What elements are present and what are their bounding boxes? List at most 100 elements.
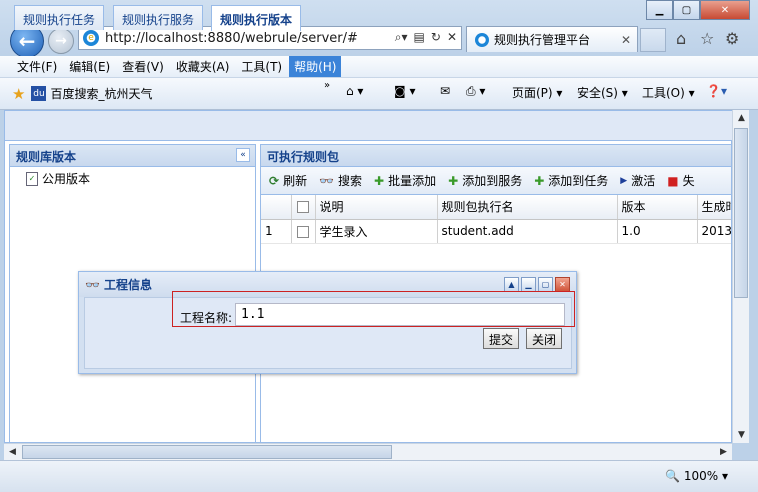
tab-rule-tasks[interactable]: 规则执行任务: [14, 5, 105, 30]
maximize-icon[interactable]: ▢: [538, 277, 553, 292]
right-panel-header: 可执行规则包: [261, 145, 731, 167]
favorite-link[interactable]: 百度搜索_杭州天气: [50, 85, 152, 102]
left-panel-header: 规则库版本 «: [10, 145, 255, 167]
tree-item[interactable]: ✓ 公用版本: [10, 167, 255, 190]
activate-button[interactable]: ▶ 激活: [620, 172, 655, 189]
row-checkbox-cell: [291, 219, 316, 244]
page-menu-label: 页面(P): [512, 86, 553, 100]
page-menu[interactable]: 页面(P) ▾: [512, 84, 562, 101]
batch-add-button[interactable]: ✚ 批量添加: [374, 172, 436, 189]
vertical-scroll-thumb[interactable]: [734, 128, 748, 298]
add-icon: ✚: [534, 173, 545, 188]
grid-toolbar: ⟳ 刷新 👓 搜索 ✚ 批量添加 ✚ 添加到服务 ✚ 添加到任务 ▶ 激活 ■ 失: [261, 167, 731, 195]
scroll-down-icon[interactable]: ▼: [733, 427, 750, 443]
home-icon[interactable]: ⌂: [676, 29, 686, 48]
cell-exec-name: student.add: [437, 219, 618, 244]
select-all-checkbox-cell: [291, 195, 316, 220]
menu-favorites[interactable]: 收藏夹(A): [171, 56, 235, 77]
row-number-header: [261, 195, 292, 220]
submit-button[interactable]: 提交: [483, 328, 520, 349]
safety-menu[interactable]: 安全(S) ▾: [577, 84, 628, 101]
right-panel-title: 可执行规则包: [267, 150, 340, 164]
column-header-version[interactable]: 版本: [617, 195, 698, 220]
cell-created: 2013-: [697, 219, 731, 244]
column-header-exec-name[interactable]: 规则包执行名: [437, 195, 618, 220]
refresh-button[interactable]: ⟳ 刷新: [269, 172, 307, 189]
minimize-icon[interactable]: ▁: [646, 0, 673, 20]
highlight-box: [172, 291, 575, 327]
refresh-label: 刷新: [283, 174, 308, 188]
minimize-icon[interactable]: ▁: [521, 277, 536, 292]
add-to-service-label: 添加到服务: [462, 174, 523, 188]
scroll-up-icon[interactable]: ▲: [733, 110, 750, 126]
search-icon[interactable]: ⌕▾: [395, 30, 408, 45]
scroll-right-icon[interactable]: ▶: [715, 444, 732, 460]
baidu-icon: du: [31, 86, 47, 101]
cell-description: 学生录入: [315, 219, 438, 244]
refresh-icon: ⟳: [269, 173, 280, 188]
zoom-level: 100%: [683, 469, 719, 483]
rule-package-grid: 说明 规则包执行名 版本 生成时 1 学生录入 student.add 1.0 …: [261, 195, 731, 244]
browser-tab[interactable]: 规则执行管理平台 ✕: [466, 26, 638, 52]
row-number: 1: [261, 219, 292, 244]
favorites-star-icon[interactable]: ☆: [700, 29, 714, 48]
refresh-icon[interactable]: ↻: [431, 30, 441, 45]
mail-icon[interactable]: ✉: [440, 84, 450, 98]
batch-add-label: 批量添加: [388, 174, 437, 188]
close-button[interactable]: 关闭: [526, 328, 563, 349]
left-panel-title: 规则库版本: [16, 150, 77, 164]
compat-icon[interactable]: ▤: [414, 30, 425, 45]
menu-file[interactable]: 文件(F): [12, 56, 62, 77]
tab-close-icon[interactable]: ✕: [621, 33, 631, 47]
horizontal-scrollbar[interactable]: ◀ ▶: [4, 443, 732, 460]
home-cmd-icon[interactable]: ⌂ ▾: [346, 84, 363, 98]
collapse-icon[interactable]: «: [236, 148, 250, 162]
menu-help[interactable]: 帮助(H): [289, 56, 342, 77]
new-tab-button[interactable]: [640, 28, 666, 52]
gear-icon[interactable]: ⚙: [725, 29, 739, 48]
add-icon: ✚: [374, 173, 385, 188]
zoom-control[interactable]: 🔍 100% ▾: [665, 469, 728, 483]
ie-tab-icon: [475, 32, 489, 47]
print-icon[interactable]: ⎙ ▾: [466, 84, 485, 99]
dialog-tools: ▲ ▁ ▢ ✕: [504, 277, 570, 292]
safety-menu-label: 安全(S): [577, 86, 618, 100]
stop-icon[interactable]: ✕: [447, 30, 457, 45]
add-to-task-button[interactable]: ✚ 添加到任务: [534, 172, 608, 189]
close-icon[interactable]: ✕: [555, 277, 570, 292]
row-checkbox[interactable]: [297, 225, 309, 238]
overflow-chevron-icon[interactable]: »: [324, 80, 330, 91]
deactivate-button[interactable]: ■ 失: [667, 172, 694, 189]
select-all-checkbox[interactable]: [297, 201, 309, 214]
menu-edit[interactable]: 编辑(E): [64, 56, 115, 77]
tab-rule-services[interactable]: 规则执行服务: [113, 5, 204, 30]
address-text[interactable]: http://localhost:8880/webrule/server/#: [105, 31, 358, 46]
tools-menu[interactable]: 工具(O) ▾: [642, 84, 695, 101]
vertical-scrollbar[interactable]: ▲ ▼: [732, 110, 749, 443]
table-row[interactable]: 1 学生录入 student.add 1.0 2013-: [261, 219, 731, 244]
rss-icon[interactable]: ◙ ▾: [394, 84, 415, 98]
grid-header-row: 说明 规则包执行名 版本 生成时: [261, 195, 731, 220]
document-check-icon: ✓: [26, 171, 38, 186]
collapse-up-icon[interactable]: ▲: [504, 277, 519, 292]
scroll-left-icon[interactable]: ◀: [4, 444, 21, 460]
deactivate-label: 失: [682, 174, 695, 188]
add-to-task-label: 添加到任务: [548, 174, 609, 188]
close-icon[interactable]: ✕: [700, 0, 750, 20]
tools-menu-label: 工具(O): [642, 86, 685, 100]
menu-tools[interactable]: 工具(T): [236, 56, 287, 77]
stop-square-icon: ■: [667, 173, 679, 188]
column-header-description[interactable]: 说明: [315, 195, 438, 220]
tab-rule-versions[interactable]: 规则执行版本: [211, 5, 302, 31]
help-icon[interactable]: ❓▾: [706, 84, 727, 98]
search-button[interactable]: 👓 搜索: [319, 172, 362, 189]
menu-view[interactable]: 查看(V): [117, 56, 169, 77]
binoculars-icon: 👓: [319, 173, 335, 188]
forward-button[interactable]: →: [48, 28, 74, 54]
maximize-icon[interactable]: ▢: [673, 0, 700, 20]
activate-label: 激活: [631, 174, 656, 188]
horizontal-scroll-thumb[interactable]: [22, 445, 392, 459]
column-header-created[interactable]: 生成时: [697, 195, 731, 220]
favorites-icon[interactable]: ★: [12, 85, 25, 103]
add-to-service-button[interactable]: ✚ 添加到服务: [448, 172, 522, 189]
